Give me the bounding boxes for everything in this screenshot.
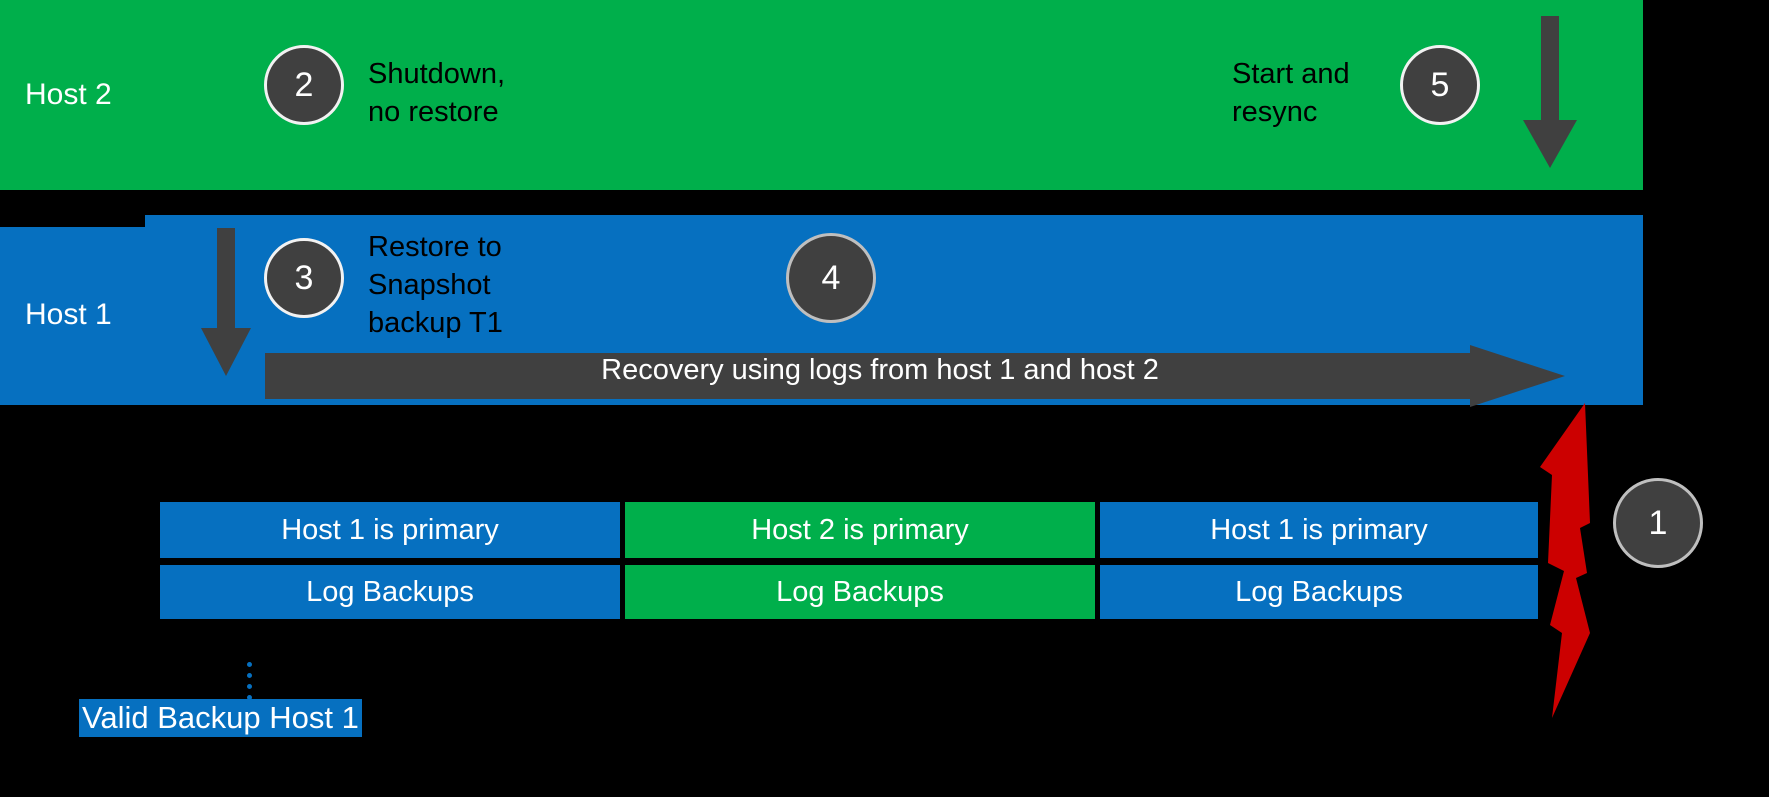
timeline-cell-label: Log Backups <box>1235 575 1403 608</box>
step-circle-3[interactable]: 3 <box>264 238 344 318</box>
host2-band-label: Host 2 <box>25 78 112 111</box>
timeline-cell-backup-1[interactable]: Log Backups <box>625 565 1095 619</box>
timeline-cell-label: Host 1 is primary <box>1210 513 1428 546</box>
step-circle-2[interactable]: 2 <box>264 45 344 125</box>
timeline-cell-primary-0[interactable]: Host 1 is primary <box>160 502 620 558</box>
valid-backup-tick-icon <box>247 662 252 700</box>
host1-band-notch <box>0 215 145 227</box>
step-caption-2: Shutdown, no restore <box>368 58 506 128</box>
step-caption-3: Restore to Snapshot backup T1 <box>368 231 503 339</box>
step-circle-1[interactable]: 1 <box>1613 478 1703 568</box>
timeline-cell-label: Log Backups <box>776 575 944 608</box>
valid-backup-label: Valid Backup Host 1 <box>79 699 362 737</box>
timeline-cell-primary-1[interactable]: Host 2 is primary <box>625 502 1095 558</box>
timeline-cell-label: Log Backups <box>306 575 474 608</box>
diagram-canvas: Host 2 2 Shutdown, no restore Start and … <box>0 0 1769 797</box>
timeline-cell-label: Host 2 is primary <box>751 513 969 546</box>
timeline-cell-backup-0[interactable]: Log Backups <box>160 565 620 619</box>
step-circle-5[interactable]: 5 <box>1400 45 1480 125</box>
timeline-cell-backup-2[interactable]: Log Backups <box>1100 565 1538 619</box>
host2-band <box>0 0 1643 190</box>
lightning-bolt-icon <box>1540 403 1590 718</box>
resync-down-arrow-icon <box>1523 16 1577 168</box>
restore-down-arrow-icon <box>201 228 251 376</box>
step-caption-5: Start and resync <box>1232 58 1350 128</box>
timeline-cell-label: Host 1 is primary <box>281 513 499 546</box>
step-circle-4[interactable]: 4 <box>786 233 876 323</box>
timeline-cell-primary-2[interactable]: Host 1 is primary <box>1100 502 1538 558</box>
host1-band-label: Host 1 <box>25 298 112 331</box>
recovery-arrow-shape <box>265 345 1565 407</box>
